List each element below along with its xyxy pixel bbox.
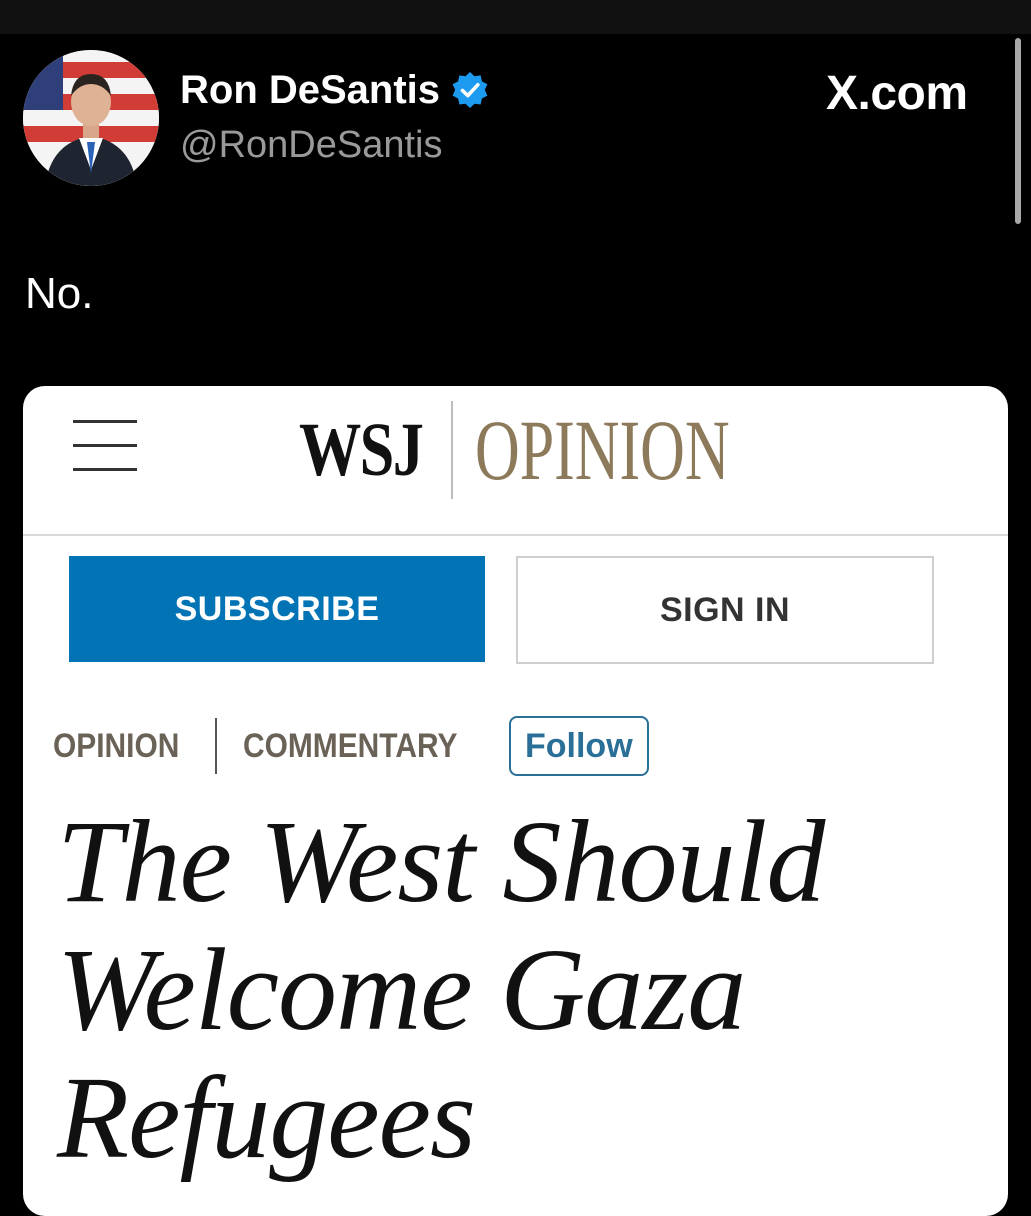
subscribe-button[interactable]: SUBSCRIBE xyxy=(69,556,485,662)
site-label: X.com xyxy=(826,67,968,120)
author-name-row[interactable]: Ron DeSantis xyxy=(180,66,490,114)
author-handle[interactable]: @RonDeSantis xyxy=(180,122,442,168)
headline-line: Refugees xyxy=(57,1052,476,1183)
status-bar xyxy=(0,0,1031,34)
link-preview-card[interactable]: WSJ OPINION SUBSCRIBE SIGN IN OPINION CO… xyxy=(23,386,1008,1216)
post-text: No. xyxy=(25,269,94,318)
hamburger-menu-icon[interactable] xyxy=(73,420,137,472)
wsj-logo-section: OPINION xyxy=(475,402,730,498)
breadcrumb: OPINION COMMENTARY Follow xyxy=(53,716,649,776)
sign-in-button[interactable]: SIGN IN xyxy=(516,556,934,664)
wsj-logo-mark: WSJ xyxy=(299,407,424,492)
breadcrumb-subsection[interactable]: COMMENTARY xyxy=(243,727,470,766)
breadcrumb-section[interactable]: OPINION xyxy=(53,727,179,766)
breadcrumb-separator xyxy=(215,718,217,774)
headline-line: The West Should xyxy=(57,796,825,927)
scrollbar-thumb[interactable] xyxy=(1015,38,1021,224)
wsj-opinion-logo[interactable]: WSJ OPINION xyxy=(299,400,829,500)
logo-divider xyxy=(451,401,453,499)
article-headline[interactable]: The West Should Welcome Gaza Refugees xyxy=(57,798,977,1182)
verified-badge-icon xyxy=(452,72,488,108)
author-name[interactable]: Ron DeSantis xyxy=(180,66,440,114)
follow-button[interactable]: Follow xyxy=(509,716,649,776)
headline-line: Welcome Gaza xyxy=(57,924,746,1055)
author-avatar[interactable] xyxy=(23,50,159,186)
header-divider xyxy=(23,534,1008,536)
